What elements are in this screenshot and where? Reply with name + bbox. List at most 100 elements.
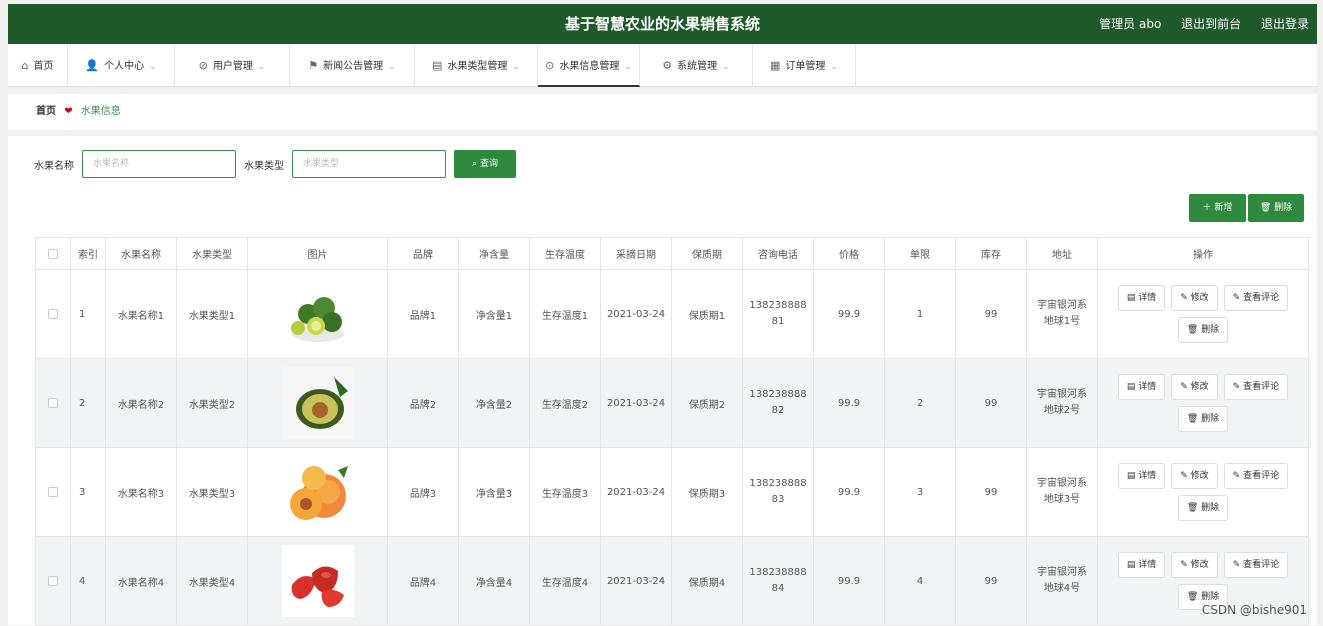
cell-phone: 138238888 81 — [743, 270, 814, 359]
name-search-label: 水果名称 — [34, 157, 74, 172]
cell-date: 2021-03-24 — [601, 448, 672, 537]
name-search-input[interactable]: 水果名称 — [82, 150, 236, 178]
cell-shelf: 保质期1 — [672, 270, 743, 359]
nav-item-1[interactable]: 👤个人中心⌄ — [68, 44, 175, 87]
flag-icon: ⚑ — [308, 59, 318, 72]
table-row: 3水果名称3水果类型3品牌3净含量3生存温度32021-03-24保质期3138… — [36, 448, 1311, 537]
order-icon: ▦ — [770, 59, 780, 72]
cell-phone: 138238888 82 — [743, 359, 814, 448]
op-label: 查看评论 — [1243, 382, 1279, 392]
nav-item-6[interactable]: ⚙系统管理⌄ — [640, 44, 753, 87]
cell-phone: 138238888 84 — [743, 537, 814, 626]
checkbox[interactable] — [48, 487, 58, 497]
detail-button[interactable]: ▤ 详情 — [1118, 374, 1165, 400]
cell-addr: 宇宙银河系 地球4号 — [1027, 537, 1098, 626]
checkbox[interactable] — [48, 309, 58, 319]
header-cell: 图片 — [248, 238, 388, 270]
pencil-icon: ✎ — [1180, 560, 1190, 570]
type-search-label: 水果类型 — [244, 157, 284, 172]
nav-item-4[interactable]: ▤水果类型管理⌄ — [415, 44, 538, 87]
header-cell: 单限 — [885, 238, 956, 270]
cell-limit: 4 — [885, 537, 956, 626]
cell-temp: 生存温度1 — [530, 270, 601, 359]
op-label: 修改 — [1191, 382, 1209, 392]
header-cell: 地址 — [1027, 238, 1098, 270]
cell-name: 水果名称2 — [106, 359, 177, 448]
settings-icon: ⚙ — [662, 59, 672, 72]
cell-stock: 99 — [956, 537, 1027, 626]
nav-label: 个人中心 — [104, 61, 144, 72]
cell-name: 水果名称1 — [106, 270, 177, 359]
op-label: 详情 — [1138, 471, 1156, 481]
chevron-down-icon: ⌄ — [722, 62, 730, 72]
cell-type: 水果类型4 — [177, 537, 248, 626]
document-icon: ▤ — [1127, 471, 1138, 481]
cell-net: 净含量3 — [459, 448, 530, 537]
cell-limit: 3 — [885, 448, 956, 537]
chevron-down-icon: ⌄ — [388, 62, 396, 72]
nav-item-7[interactable]: ▦订单管理⌄ — [753, 44, 856, 87]
checkbox[interactable] — [48, 249, 58, 259]
cell-name: 水果名称4 — [106, 537, 177, 626]
exit-to-front-link[interactable]: 退出到前台 — [1181, 17, 1241, 31]
delete-button[interactable]: 🗑 删除 — [1178, 317, 1228, 343]
op-label: 删除 — [1201, 414, 1219, 424]
header-cell: 价格 — [814, 238, 885, 270]
trash-icon: 🗑 — [1187, 414, 1201, 424]
nav-item-3[interactable]: ⚑新闻公告管理⌄ — [290, 44, 415, 87]
nav-item-0[interactable]: ⌂首页 — [8, 44, 68, 87]
cell-brand: 品牌1 — [388, 270, 459, 359]
cell-price: 99.9 — [814, 359, 885, 448]
row-actions: ▤ 详情✎ 修改✎ 查看评论🗑 删除 — [1098, 270, 1309, 359]
user-manage-icon: ⊘ — [199, 59, 208, 72]
view-comments-button[interactable]: ✎ 查看评论 — [1224, 463, 1288, 489]
op-label: 查看评论 — [1243, 471, 1279, 481]
checkbox[interactable] — [48, 576, 58, 586]
fruit-image — [248, 359, 388, 448]
view-comments-button[interactable]: ✎ 查看评论 — [1224, 552, 1288, 578]
type-search-input[interactable]: 水果类型 — [292, 150, 446, 178]
cell-idx: 4 — [71, 537, 106, 626]
pencil-icon: ✎ — [1180, 293, 1190, 303]
view-comments-button[interactable]: ✎ 查看评论 — [1224, 374, 1288, 400]
logout-link[interactable]: 退出登录 — [1261, 17, 1309, 31]
detail-button[interactable]: ▤ 详情 — [1118, 463, 1165, 489]
breadcrumb-home[interactable]: 首页 — [36, 106, 56, 117]
query-label: 查询 — [480, 159, 498, 169]
fruit-table: 索引水果名称水果类型图片品牌净含量生存温度采摘日期保质期咨询电话价格单限库存地址… — [35, 237, 1311, 626]
edit-button[interactable]: ✎ 修改 — [1171, 552, 1217, 578]
cell-price: 99.9 — [814, 448, 885, 537]
chevron-down-icon: ⌄ — [258, 62, 266, 72]
pencil-icon: ✎ — [1233, 560, 1243, 570]
pencil-icon: ✎ — [1233, 293, 1243, 303]
edit-button[interactable]: ✎ 修改 — [1171, 374, 1217, 400]
detail-button[interactable]: ▤ 详情 — [1118, 552, 1165, 578]
cell-net: 净含量4 — [459, 537, 530, 626]
header-cell: 品牌 — [388, 238, 459, 270]
cell-stock: 99 — [956, 359, 1027, 448]
delete-button[interactable]: 🗑 删除 — [1178, 495, 1228, 521]
nav-label: 水果信息管理 — [559, 61, 619, 72]
row-actions: ▤ 详情✎ 修改 ✎ 查看评论 🗑 删除 — [1098, 359, 1309, 448]
add-button[interactable]: ＋ 新增 — [1189, 194, 1246, 222]
query-button[interactable]: ⌕ 查询 — [454, 150, 516, 178]
nav-item-5[interactable]: ⊙水果信息管理⌄ — [538, 44, 640, 87]
edit-button[interactable]: ✎ 修改 — [1171, 285, 1217, 311]
op-label: 查看评论 — [1243, 293, 1279, 303]
detail-button[interactable]: ▤ 详情 — [1118, 285, 1165, 311]
edit-button[interactable]: ✎ 修改 — [1171, 463, 1217, 489]
checkbox[interactable] — [48, 398, 58, 408]
cell-temp: 生存温度3 — [530, 448, 601, 537]
batch-delete-button[interactable]: 🗑 删除 — [1248, 194, 1304, 222]
top-nav: ⌂首页👤个人中心⌄⊘用户管理⌄⚑新闻公告管理⌄▤水果类型管理⌄⊙水果信息管理⌄⚙… — [8, 44, 1317, 87]
view-comments-button[interactable]: ✎ 查看评论 — [1224, 285, 1288, 311]
trash-icon: 🗑 — [1187, 325, 1201, 335]
cell-idx: 2 — [71, 359, 106, 448]
delete-button[interactable]: 🗑 删除 — [1178, 406, 1228, 432]
cell-price: 99.9 — [814, 270, 885, 359]
cell-stock: 99 — [956, 270, 1027, 359]
header-cell: 生存温度 — [530, 238, 601, 270]
cell-temp: 生存温度4 — [530, 537, 601, 626]
nav-item-2[interactable]: ⊘用户管理⌄ — [175, 44, 290, 87]
row-checkbox-cell — [36, 537, 71, 626]
